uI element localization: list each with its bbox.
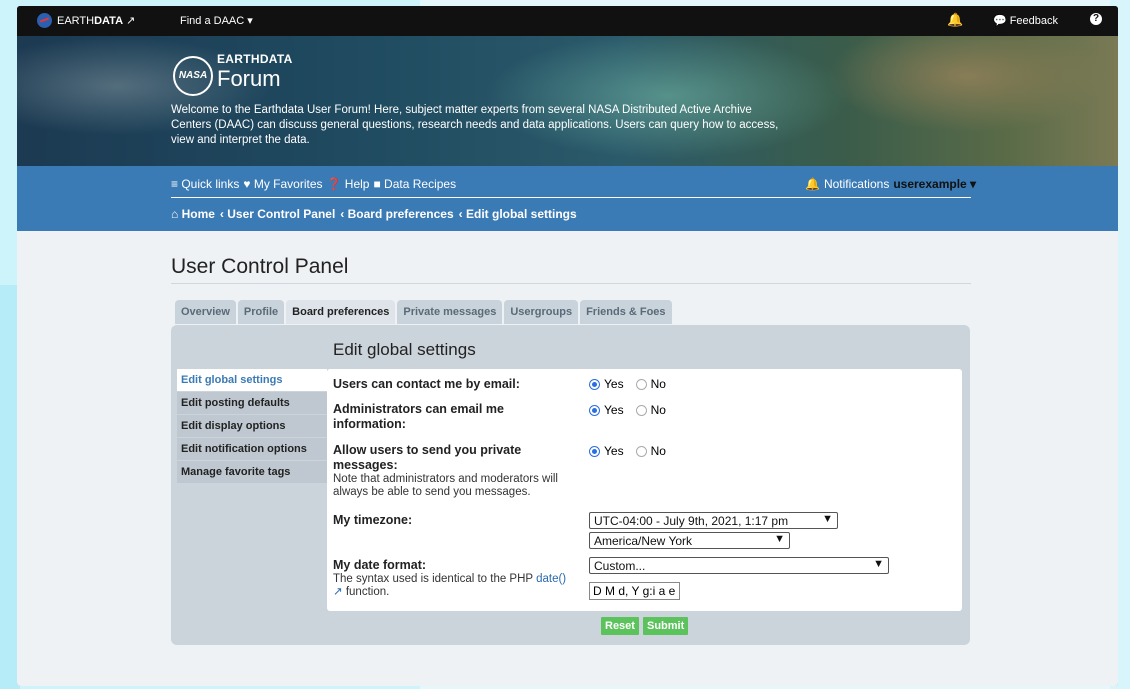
data-recipes-link[interactable]: ■ Data Recipes <box>373 177 456 191</box>
admin-yes-radio[interactable] <box>589 404 600 416</box>
timezone-region-select[interactable]: America/New York ▼ <box>589 532 790 549</box>
pm-no-label: No <box>650 444 666 458</box>
pm-yes-radio[interactable] <box>589 445 600 457</box>
sidenav-edit-notification-options[interactable]: Edit notification options <box>177 438 327 460</box>
private-messages-row: Allow users to send you private messages… <box>333 443 578 499</box>
earthdata-heading: EARTHDATA <box>217 52 293 66</box>
timezone-value: UTC-04:00 - July 9th, 2021, 1:17 pm <box>594 514 789 528</box>
forum-banner: NASA EARTHDATA Forum Welcome to the Eart… <box>17 36 1118 166</box>
breadcrumb-home[interactable]: ⌂ Home <box>171 207 215 221</box>
tab-friends-foes[interactable]: Friends & Foes <box>580 300 672 324</box>
nasa-logo[interactable]: NASA <box>173 56 213 96</box>
contact-no-radio[interactable] <box>635 378 647 390</box>
notification-bell-icon: 🔔 <box>805 177 820 191</box>
earthdata-home-link[interactable]: EARTHDATA ↗ <box>37 13 135 28</box>
admin-yes-label: Yes <box>604 403 624 417</box>
submit-button[interactable]: Submit <box>643 617 689 635</box>
pm-yes-label: Yes <box>604 444 624 458</box>
feedback-link[interactable]: 💬 Feedback <box>993 14 1059 28</box>
sidenav-edit-display-options[interactable]: Edit display options <box>177 415 327 437</box>
tab-profile[interactable]: Profile <box>237 300 285 324</box>
timezone-region-value: America/New York <box>594 534 693 548</box>
nasa-meatball-icon <box>37 13 52 28</box>
admin-email-label: Administrators can email me information: <box>333 402 504 431</box>
feedback-label: Feedback <box>1009 14 1059 27</box>
tab-usergroups[interactable]: Usergroups <box>504 300 579 324</box>
brand-text: EARTHDATA ↗ <box>57 15 136 27</box>
timezone-row: My timezone: <box>333 513 412 528</box>
date-format-select[interactable]: Custom... ▼ <box>589 557 889 574</box>
breadcrumb-board-prefs[interactable]: ‹ Board preferences <box>340 207 453 221</box>
user-menu[interactable]: userexample ▾ <box>893 177 976 191</box>
date-format-input[interactable]: D M d, Y g:i a e <box>589 582 680 600</box>
forum-heading: Forum <box>217 66 281 91</box>
private-messages-options: Yes No <box>589 444 666 458</box>
private-messages-note: Note that administrators and moderators … <box>333 473 558 498</box>
pm-no-radio[interactable] <box>635 445 647 457</box>
top-bar: EARTHDATA ↗ Find a DAAC ▾ 🔔 💬 Feedback ? <box>17 6 1118 36</box>
sidenav-edit-global-settings[interactable]: Edit global settings <box>177 369 327 391</box>
forum-navbar: ≡ Quick links ♥ My Favorites ❓ Help ■ Da… <box>17 166 1118 231</box>
contact-email-row: Users can contact me by email: <box>333 377 563 392</box>
chevron-down-icon: ▼ <box>774 533 785 545</box>
private-messages-label: Allow users to send you private messages… <box>333 443 522 472</box>
main-content: User Control Panel Overview Profile Boar… <box>17 231 1118 686</box>
bell-icon[interactable]: 🔔 <box>947 12 963 28</box>
timezone-label: My timezone: <box>333 513 413 527</box>
help-link[interactable]: ❓ Help <box>327 177 370 191</box>
settings-panel: Edit global settings Edit global setting… <box>171 325 970 645</box>
sidenav-edit-posting-defaults[interactable]: Edit posting defaults <box>177 392 327 414</box>
ucp-side-nav: Edit global settings Edit posting defaul… <box>177 369 327 484</box>
contact-email-label: Users can contact me by email: <box>333 377 520 391</box>
navbar-divider <box>171 197 971 198</box>
admin-email-row: Administrators can email me information: <box>333 402 563 432</box>
title-divider <box>171 283 971 284</box>
username: userexample <box>893 177 967 191</box>
breadcrumb: ⌂ Home ‹ User Control Panel ‹ Board pref… <box>171 207 577 221</box>
chevron-down-icon: ▼ <box>822 513 833 525</box>
timezone-select[interactable]: UTC-04:00 - July 9th, 2021, 1:17 pm ▼ <box>589 512 838 529</box>
chat-icon: 💬 <box>993 15 1007 27</box>
date-format-select-value: Custom... <box>594 559 646 573</box>
date-format-label: My date format: <box>333 558 427 572</box>
breadcrumb-ucp[interactable]: ‹ User Control Panel <box>220 207 335 221</box>
tab-overview[interactable]: Overview <box>175 300 236 324</box>
admin-no-label: No <box>650 403 666 417</box>
global-settings-form: Users can contact me by email: Yes No Ad… <box>327 369 962 611</box>
contact-yes-radio[interactable] <box>589 378 600 390</box>
notifications-link[interactable]: Notifications <box>824 177 889 191</box>
quick-links-menu[interactable]: ≡ Quick links <box>171 177 239 191</box>
admin-email-options: Yes No <box>589 403 666 417</box>
my-favorites-link[interactable]: ♥ My Favorites <box>243 177 322 191</box>
tab-board-preferences[interactable]: Board preferences <box>286 300 396 324</box>
find-daac-menu[interactable]: Find a DAAC ▾ <box>180 14 253 27</box>
contact-yes-label: Yes <box>604 377 624 391</box>
sidenav-manage-favorite-tags[interactable]: Manage favorite tags <box>177 461 327 483</box>
admin-no-radio[interactable] <box>635 404 647 416</box>
chevron-down-icon: ▼ <box>873 558 884 570</box>
browser-page: EARTHDATA ↗ Find a DAAC ▾ 🔔 💬 Feedback ?… <box>17 6 1118 686</box>
page-title: User Control Panel <box>171 255 349 278</box>
reset-button[interactable]: Reset <box>601 617 639 635</box>
date-format-note: The syntax used is identical to the PHP … <box>333 573 567 598</box>
breadcrumb-global-settings[interactable]: ‹ Edit global settings <box>459 207 577 221</box>
welcome-text: Welcome to the Earthdata User Forum! Her… <box>171 104 779 146</box>
ucp-tabs: Overview Profile Board preferences Priva… <box>175 300 672 324</box>
section-title: Edit global settings <box>333 340 476 359</box>
help-icon[interactable]: ? <box>1090 13 1102 25</box>
contact-email-options: Yes No <box>589 377 666 391</box>
contact-no-label: No <box>650 377 666 391</box>
tab-private-messages[interactable]: Private messages <box>397 300 503 324</box>
date-format-row: My date format: The syntax used is ident… <box>333 558 573 599</box>
